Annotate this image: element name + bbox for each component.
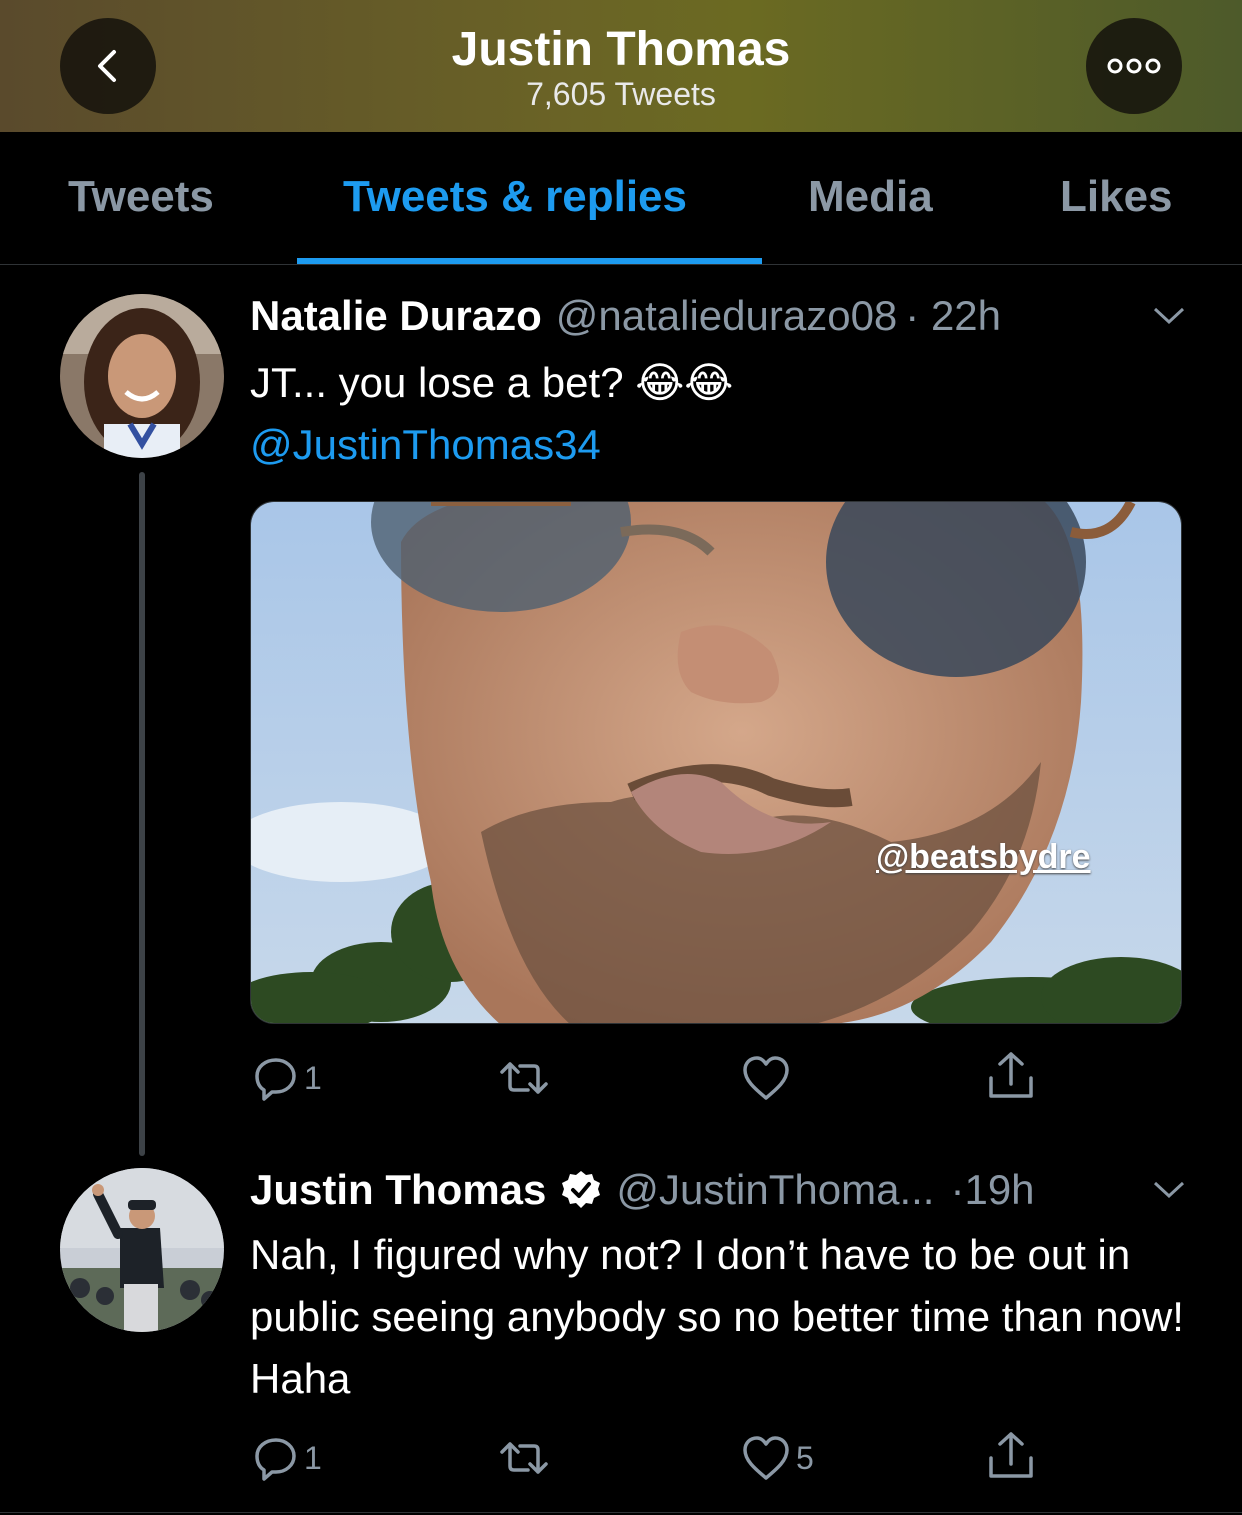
reply-button[interactable]: 1	[252, 1434, 322, 1482]
retweet-button[interactable]	[496, 1054, 552, 1102]
media-watermark: @beatsbydre	[876, 838, 1091, 876]
share-button[interactable]	[986, 1050, 1036, 1102]
reply-count: 1	[304, 1439, 322, 1476]
chevron-down-icon[interactable]	[1152, 1180, 1186, 1200]
tweet-text: JT... you lose a bet? 😂😂	[250, 359, 734, 406]
more-dots-icon	[1107, 58, 1161, 74]
chevron-down-icon[interactable]	[1152, 306, 1186, 326]
share-icon	[989, 1432, 1033, 1478]
tweet-time: · 22h	[905, 292, 1002, 339]
like-button[interactable]: 5	[740, 1434, 814, 1482]
profile-name: Justin Thomas	[451, 23, 791, 76]
author-name[interactable]: Justin Thomas	[250, 1166, 546, 1214]
tab-tweets[interactable]: Tweets	[68, 172, 214, 222]
divider	[0, 1512, 1242, 1513]
retweet-icon	[500, 1442, 548, 1474]
reply-icon	[255, 1058, 296, 1101]
mention-link[interactable]: @JustinThomas34	[250, 414, 1190, 476]
author-name[interactable]: Natalie Durazo	[250, 292, 542, 340]
reply-button[interactable]: 1	[252, 1054, 322, 1102]
author-handle[interactable]: @JustinThoma...	[616, 1166, 934, 1214]
profile-header: Justin Thomas 7,605 Tweets	[0, 0, 1242, 132]
profile-tabs: Tweets Tweets & replies Media Likes	[0, 132, 1242, 265]
like-button[interactable]	[740, 1054, 792, 1102]
tweet-header: Justin Thomas @JustinThoma... ·19h	[250, 1166, 1035, 1214]
author-handle[interactable]: @nataliedurazo08	[556, 292, 898, 340]
like-count: 5	[796, 1439, 814, 1476]
share-button[interactable]	[986, 1430, 1036, 1482]
avatar[interactable]	[60, 1168, 224, 1332]
retweet-icon	[500, 1062, 548, 1094]
tweet-media[interactable]	[250, 501, 1182, 1024]
thread-line	[139, 472, 145, 1156]
tweet-count: 7,605 Tweets	[526, 76, 716, 112]
reply-icon	[255, 1438, 296, 1481]
tab-likes[interactable]: Likes	[1060, 172, 1173, 222]
tweet-text: Nah, I figured why not? I don’t have to …	[250, 1231, 1184, 1402]
tab-media[interactable]: Media	[808, 172, 933, 222]
tweet-time: ·19h	[950, 1166, 1035, 1213]
active-tab-indicator	[297, 258, 762, 264]
reply-count: 1	[304, 1059, 322, 1096]
tab-tweets-and-replies[interactable]: Tweets & replies	[343, 172, 687, 222]
verified-badge-icon	[562, 1171, 601, 1208]
tweet-header: Natalie Durazo @nataliedurazo08 · 22h	[250, 292, 1001, 340]
heart-icon	[743, 1436, 789, 1480]
more-button[interactable]	[1086, 18, 1182, 114]
avatar[interactable]	[60, 294, 224, 458]
share-icon	[989, 1052, 1033, 1098]
heart-icon	[743, 1056, 789, 1100]
retweet-button[interactable]	[496, 1434, 552, 1482]
